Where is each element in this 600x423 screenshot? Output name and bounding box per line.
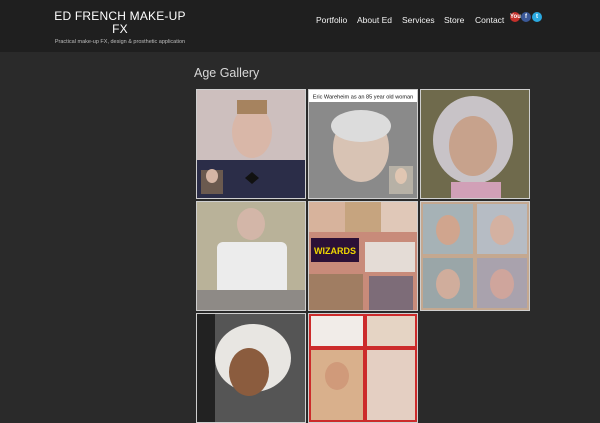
gallery-thumb-7[interactable]	[196, 313, 306, 423]
nav-item-about-ed[interactable]: About Ed	[357, 14, 392, 26]
site-title[interactable]: ED FRENCH MAKE-UP FX	[50, 10, 190, 36]
gallery-thumb-2[interactable]: Eric Wareheim as an 85 year old woman	[308, 89, 418, 199]
facebook-icon[interactable]: f	[521, 12, 531, 22]
nav-item-services[interactable]: Services	[402, 14, 435, 26]
bald-makeup-stages-image	[421, 202, 529, 310]
gallery-thumb-8[interactable]	[308, 313, 418, 423]
nav-item-portfolio[interactable]: Portfolio	[316, 14, 347, 26]
thumb-caption-text: WIZARDS	[314, 246, 356, 256]
gallery-thumb-3[interactable]	[420, 89, 530, 199]
gallery-thumb-6[interactable]	[420, 201, 530, 311]
gallery-thumb-4[interactable]	[196, 201, 306, 311]
page-title: Age Gallery	[194, 66, 260, 80]
site-header: ED FRENCH MAKE-UP FX Practical make-up F…	[0, 0, 600, 52]
nav-item-store[interactable]: Store	[444, 14, 464, 26]
site-brand[interactable]: ED FRENCH MAKE-UP FX Practical make-up F…	[50, 10, 190, 46]
tuxedo-portrait-image	[197, 90, 305, 198]
old-woman-closeup-image: Eric Wareheim as an 85 year old woman	[309, 90, 417, 198]
bald-cap-tshirt-image	[197, 202, 305, 310]
nav-item-contact[interactable]: Contact	[475, 14, 504, 26]
site-tagline: Practical make-up FX, design & prostheti…	[54, 39, 186, 45]
aged-woman-wig-image	[421, 90, 529, 198]
gallery-thumb-5[interactable]: WIZARDS	[308, 201, 418, 311]
twitter-icon[interactable]: t	[532, 12, 542, 22]
thumb-caption-text: Eric Wareheim as an 85 year old woman	[313, 95, 414, 101]
age-gallery: Eric Wareheim as an 85 year old woman WI…	[196, 89, 532, 423]
youtube-icon[interactable]: You	[510, 12, 521, 22]
gallery-thumb-1[interactable]	[196, 89, 306, 199]
white-wig-woman-image	[197, 314, 305, 422]
wizards-collage-image: WIZARDS	[309, 202, 417, 310]
red-collage-image	[309, 314, 417, 422]
